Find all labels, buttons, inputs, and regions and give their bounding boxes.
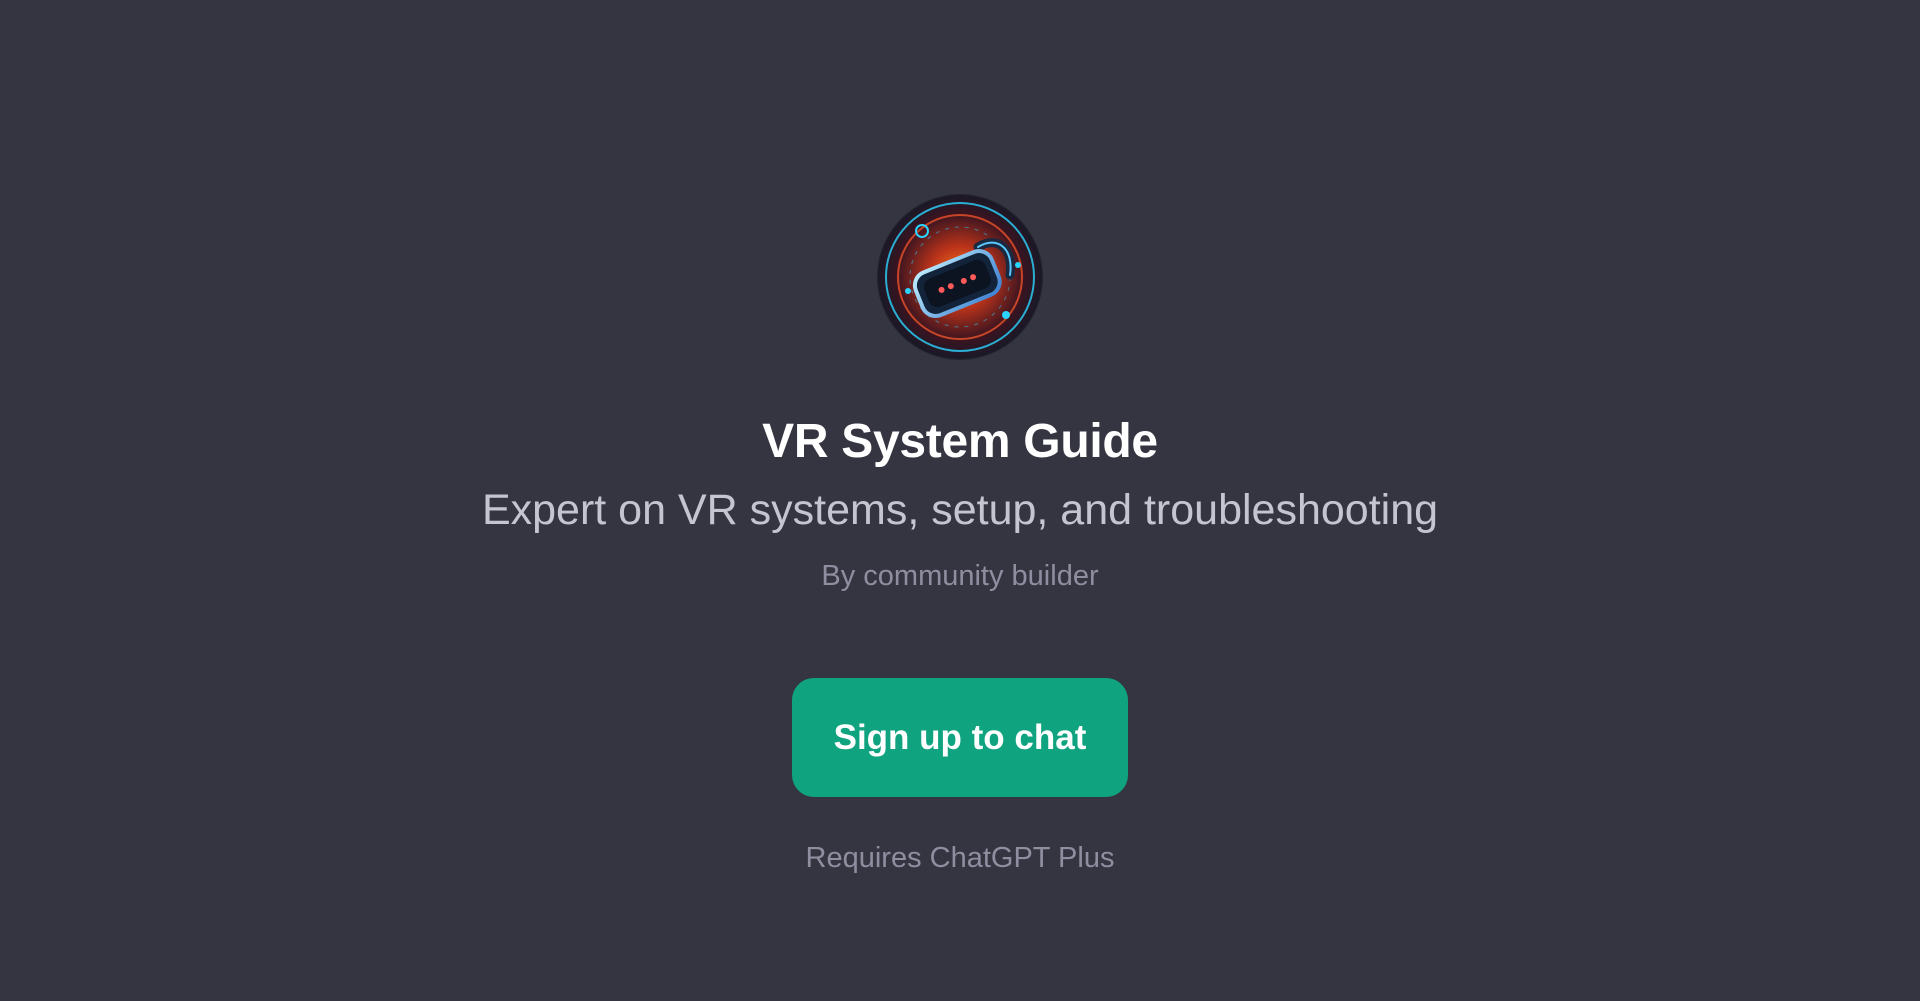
signup-button[interactable]: Sign up to chat [792, 678, 1128, 797]
gpt-title: VR System Guide [762, 415, 1158, 468]
gpt-landing-page: VR System Guide Expert on VR systems, se… [0, 0, 1920, 1001]
gpt-description: Expert on VR systems, setup, and trouble… [481, 486, 1439, 534]
gpt-author: By community builder [821, 560, 1099, 592]
vr-headset-icon [878, 195, 1042, 359]
gpt-avatar [878, 195, 1042, 359]
plan-requirement-note: Requires ChatGPT Plus [805, 842, 1115, 874]
gpt-profile: VR System Guide Expert on VR systems, se… [0, 0, 1920, 1001]
